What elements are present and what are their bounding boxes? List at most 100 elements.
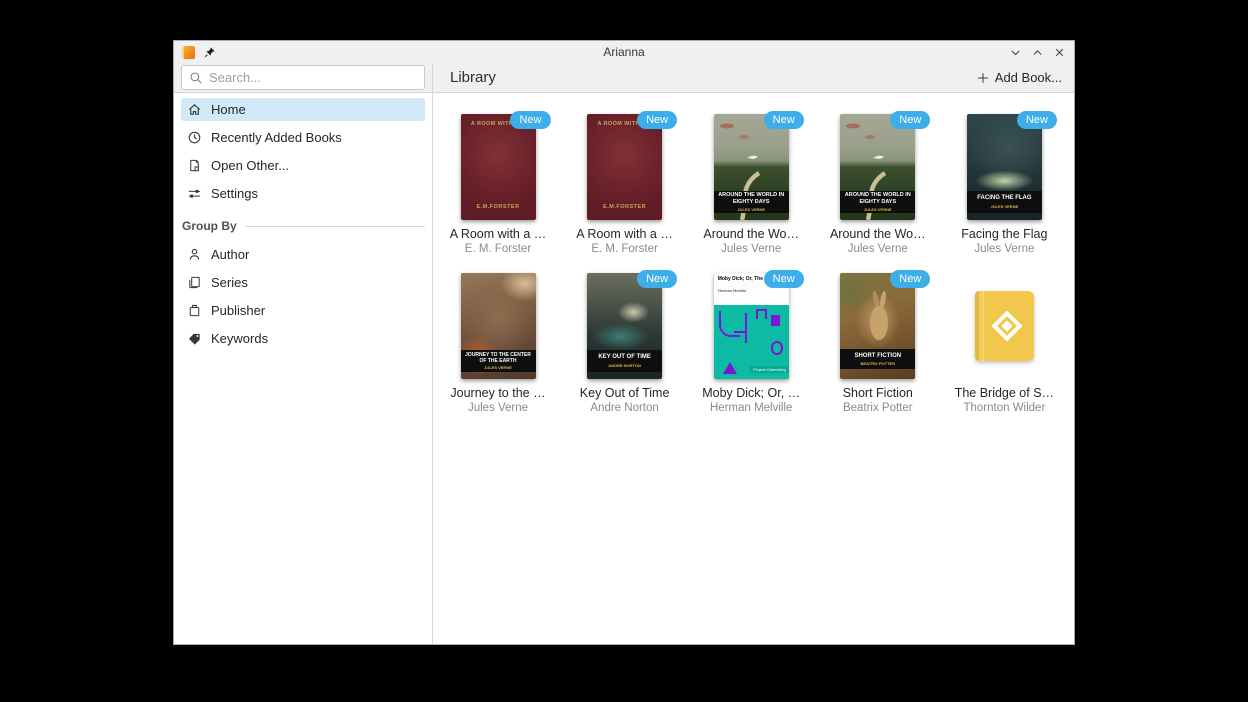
book-card[interactable]: KEY OUT OF TIME ANDRE NORTON New Key Out… <box>562 273 688 414</box>
sidebar-item-open-other[interactable]: Open Other... <box>181 154 425 177</box>
book-grid: A ROOM WITH A V E.M.FORSTER New A Room w… <box>433 93 1074 414</box>
search-box[interactable] <box>181 65 425 90</box>
book-cover: A ROOM WITH A V E.M.FORSTER <box>461 114 536 220</box>
sidebar-item-publisher[interactable]: Publisher <box>181 299 425 322</box>
book-card[interactable]: JOURNEY TO THE CENTER OF THE EARTH JULES… <box>435 273 561 414</box>
add-book-label: Add Book... <box>995 70 1062 85</box>
book-author: Jules Verne <box>435 402 561 414</box>
minimize-button[interactable] <box>1009 46 1022 59</box>
pages-icon <box>187 275 202 290</box>
book-author: E. M. Forster <box>562 243 688 255</box>
cover-author: Herman Melville <box>718 288 785 293</box>
book-title: The Bridge of S… <box>941 386 1067 400</box>
cover-title: AROUND THE WORLD IN EIGHTY DAYS <box>842 192 913 205</box>
book-card[interactable]: New The Bridge of S… Thornton Wilder <box>941 273 1067 414</box>
epub-logo-icon <box>992 310 1023 341</box>
group-by-header: Group By <box>182 219 425 233</box>
sidebar-item-label: Recently Added Books <box>211 130 342 145</box>
sidebar-item-keywords[interactable]: Keywords <box>181 327 425 350</box>
sidebar-item-label: Open Other... <box>211 158 289 173</box>
sidebar-item-author[interactable]: Author <box>181 243 425 266</box>
book-author: Beatrix Potter <box>815 402 941 414</box>
book-author: Jules Verne <box>815 243 941 255</box>
book-cover: AROUND THE WORLD IN EIGHTY DAYS JULES VE… <box>840 114 915 220</box>
sidebar-nav: Home Recently Added Books <box>174 93 432 644</box>
sidebar-item-label: Series <box>211 275 248 290</box>
search-icon <box>189 71 203 85</box>
window-controls <box>1009 46 1066 59</box>
maximize-button[interactable] <box>1031 46 1044 59</box>
cover-author: JULES VERNE <box>737 207 765 212</box>
cover-author: E.M.FORSTER <box>461 204 536 210</box>
book-author: Thornton Wilder <box>941 402 1067 414</box>
add-book-button[interactable]: Add Book... <box>976 70 1062 85</box>
book-card[interactable]: Moby Dick; Or, The Whale Herman Melville… <box>688 273 814 414</box>
book-cover: A ROOM WITH A V E.M.FORSTER <box>587 114 662 220</box>
book-card[interactable]: SHORT FICTION BEATRIX POTTER New Short F… <box>815 273 941 414</box>
sidebar-item-recently-added[interactable]: Recently Added Books <box>181 126 425 149</box>
book-title: Key Out of Time <box>562 386 688 400</box>
book-card[interactable]: A ROOM WITH A V E.M.FORSTER New A Room w… <box>562 114 688 255</box>
sidebar-item-label: Keywords <box>211 331 268 346</box>
book-card[interactable]: A ROOM WITH A V E.M.FORSTER New A Room w… <box>435 114 561 255</box>
cover-title: FACING THE FLAG <box>977 195 1031 202</box>
tag-icon <box>187 331 202 346</box>
book-cover: AROUND THE WORLD IN EIGHTY DAYS JULES VE… <box>714 114 789 220</box>
cover-band: AROUND THE WORLD IN EIGHTY DAYS JULES VE… <box>714 191 789 212</box>
sidebar: Home Recently Added Books <box>174 63 432 644</box>
cover-band: SHORT FICTION BEATRIX POTTER <box>840 349 915 369</box>
new-badge: New <box>637 270 677 288</box>
cover-author: ANDRE NORTON <box>608 363 641 368</box>
titlebar[interactable]: Arianna <box>174 41 1074 63</box>
sliders-icon <box>187 186 202 201</box>
cover-band: KEY OUT OF TIME ANDRE NORTON <box>587 350 662 371</box>
cover-author: E.M.FORSTER <box>587 204 662 210</box>
book-author: Jules Verne <box>941 243 1067 255</box>
content: Library Add Book... A ROOM WITH A V <box>432 63 1074 644</box>
book-author: E. M. Forster <box>435 243 561 255</box>
generic-book-icon <box>975 291 1034 361</box>
book-cover: Moby Dick; Or, The Whale Herman Melville… <box>714 273 789 379</box>
cover-band: JOURNEY TO THE CENTER OF THE EARTH JULES… <box>461 350 536 371</box>
new-badge: New <box>764 270 804 288</box>
sidebar-item-home[interactable]: Home <box>181 98 425 121</box>
new-badge: New <box>890 270 930 288</box>
cover-author: BEATRIX POTTER <box>860 361 895 366</box>
cover-title: KEY OUT OF TIME <box>598 354 651 361</box>
divider <box>245 226 425 227</box>
cover-author: JULES VERNE <box>864 207 892 212</box>
book-title: Short Fiction <box>815 386 941 400</box>
book-author: Andre Norton <box>562 402 688 414</box>
sidebar-item-series[interactable]: Series <box>181 271 425 294</box>
new-badge: New <box>510 111 550 129</box>
cover-title: AROUND THE WORLD IN EIGHTY DAYS <box>716 192 787 205</box>
page-title: Library <box>450 69 496 86</box>
person-icon <box>187 247 202 262</box>
cover-title: JOURNEY TO THE CENTER OF THE EARTH <box>463 352 534 364</box>
sidebar-item-settings[interactable]: Settings <box>181 182 425 205</box>
sidebar-item-label: Home <box>211 102 246 117</box>
book-card[interactable]: AROUND THE WORLD IN EIGHTY DAYS JULES VE… <box>815 114 941 255</box>
cover-band: AROUND THE WORLD IN EIGHTY DAYS JULES VE… <box>840 191 915 212</box>
window-title: Arianna <box>174 45 1074 59</box>
book-cover <box>967 273 1042 379</box>
plus-icon <box>976 71 990 85</box>
book-title: A Room with a … <box>562 227 688 241</box>
book-cover: SHORT FICTION BEATRIX POTTER <box>840 273 915 379</box>
book-title: Around the Wo… <box>815 227 941 241</box>
clock-icon <box>187 130 202 145</box>
book-card[interactable]: FACING THE FLAG JULES VERNE New Facing t… <box>941 114 1067 255</box>
sidebar-header <box>174 63 432 93</box>
group-by-label: Group By <box>182 219 237 233</box>
new-badge: New <box>637 111 677 129</box>
book-title: Around the Wo… <box>688 227 814 241</box>
pin-icon <box>204 46 216 58</box>
bag-icon <box>187 303 202 318</box>
book-card[interactable]: AROUND THE WORLD IN EIGHTY DAYS JULES VE… <box>688 114 814 255</box>
app-icon <box>182 46 195 59</box>
search-input[interactable] <box>209 70 417 85</box>
sidebar-item-label: Publisher <box>211 303 265 318</box>
book-title: Journey to the … <box>435 386 561 400</box>
close-button[interactable] <box>1053 46 1066 59</box>
content-header: Library Add Book... <box>433 63 1074 93</box>
